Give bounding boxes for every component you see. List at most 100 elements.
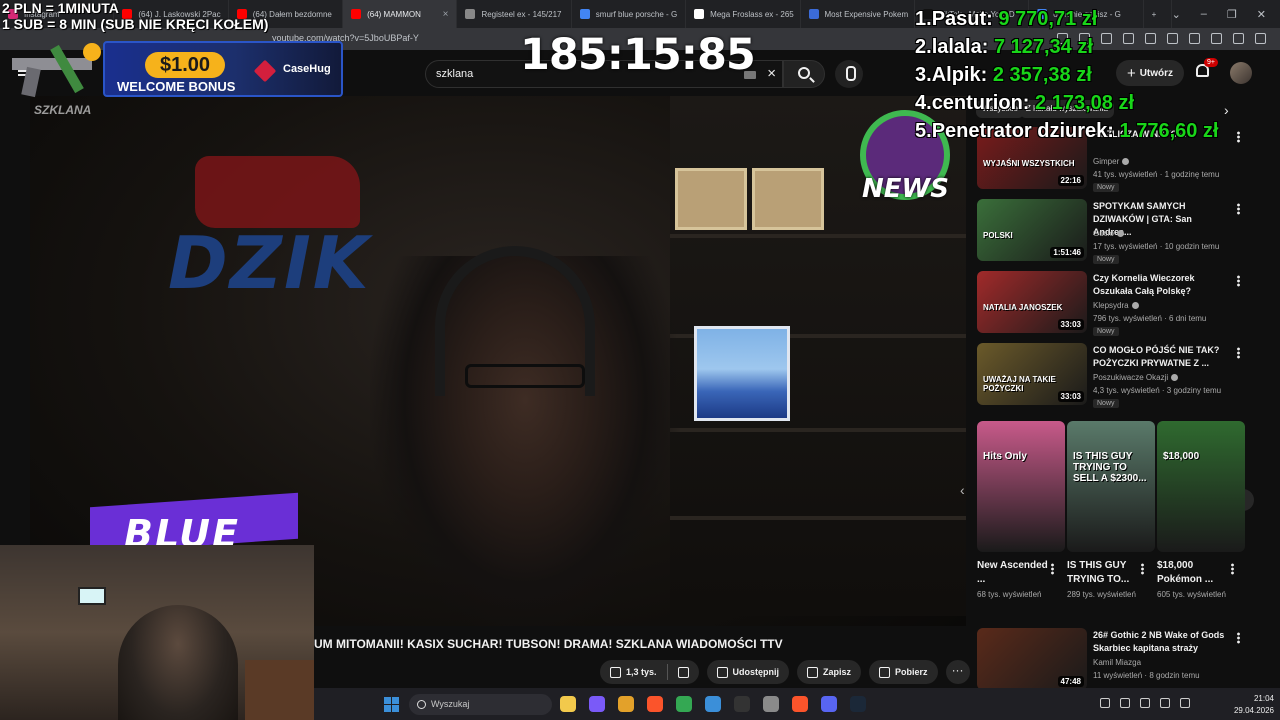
volume-icon[interactable] — [1160, 698, 1170, 708]
chevron-up-icon[interactable] — [1100, 698, 1110, 708]
video-thumbnail[interactable]: POLSKI 1:51:46 — [977, 199, 1087, 261]
store-icon[interactable] — [705, 696, 721, 712]
browser-tab[interactable]: Mega Froslass ex - 265 — [686, 0, 801, 28]
browser-tab[interactable]: Registeel ex - 145/217 — [457, 0, 572, 28]
leaderboard-name: Penetrator dziurek: — [931, 120, 1114, 142]
list-item[interactable]: NATALIA JANOSZEK 33:03 Czy Kornelia Wieczo… — [976, 271, 1246, 337]
taskbar-search[interactable]: Wyszukaj — [409, 694, 552, 715]
webcam-tv — [78, 587, 106, 605]
extension-icon[interactable] — [1255, 33, 1266, 44]
donation-leaderboard: 1.Pasut: 9 770,71 zł 2.lalala: 7 127,34 z… — [915, 8, 1218, 148]
share-button[interactable]: Udostępnij — [706, 660, 790, 684]
voice-search-button[interactable] — [835, 60, 863, 88]
short-thumbnail-text: Hits Only — [983, 451, 1027, 462]
bonus-amount: $1.00 — [145, 52, 225, 78]
file-explorer-icon[interactable] — [560, 696, 576, 712]
dislike-button[interactable] — [668, 660, 699, 684]
clock-time: 21:04 — [1253, 694, 1274, 703]
thumbs-down-icon — [677, 666, 689, 678]
chrome-icon[interactable] — [676, 696, 692, 712]
download-button[interactable]: Pobierz — [869, 660, 938, 684]
video-duration: 33:03 — [1057, 319, 1084, 330]
search-query[interactable]: szklana — [436, 68, 473, 80]
leaderboard-row: 4.centurion: 2 173,08 zł — [915, 92, 1218, 120]
steam-icon[interactable] — [850, 696, 866, 712]
channel-name[interactable]: Klepsydra — [1093, 301, 1139, 310]
obs-icon[interactable] — [734, 696, 750, 712]
kebab-menu-icon[interactable] — [1141, 563, 1144, 575]
tab-label: (64) MAMMON — [367, 9, 421, 19]
short-title[interactable]: New Ascended ... — [977, 559, 1055, 587]
channel-name[interactable]: Poszukiwacze Okazji — [1093, 373, 1179, 382]
short-thumbnail[interactable]: Hits Only — [977, 421, 1065, 552]
video-duration: 1:51:46 — [1050, 247, 1084, 258]
browser-tab[interactable]: smurf blue porsche - G — [572, 0, 687, 28]
short-title[interactable]: $18,000 Pokémon ... — [1157, 559, 1235, 587]
short-thumbnail[interactable]: IS THIS GUY TRYING TO SELL A $2300... — [1067, 421, 1155, 552]
leaderboard-rank: 3. — [915, 64, 932, 86]
short-thumbnail[interactable]: $18,000 — [1157, 421, 1245, 552]
copilot-icon[interactable] — [589, 696, 605, 712]
tab-label: Mega Froslass ex - 265 — [710, 9, 794, 19]
verified-icon — [1131, 302, 1139, 310]
download-icon — [879, 666, 891, 678]
verified-icon — [1122, 158, 1130, 166]
save-button[interactable]: Zapisz — [797, 660, 862, 684]
tab-favicon-icon — [808, 9, 819, 19]
taskbar-clock[interactable]: 21:04 29.04.2026 — [1230, 693, 1274, 717]
channel-name[interactable]: Gimper — [1093, 157, 1130, 166]
brave-active-icon[interactable] — [792, 696, 808, 712]
short-title[interactable]: IS THIS GUY TRYING TO... — [1067, 559, 1145, 587]
search-button[interactable] — [783, 60, 825, 88]
video-title: 26# Gothic 2 NB Wake of Gods Skarbiec ka… — [1093, 630, 1225, 653]
casehug-banner: $1.00 WELCOME BONUS CaseHug — [103, 41, 343, 97]
network-icon[interactable] — [1120, 698, 1130, 708]
discord-icon[interactable] — [821, 696, 837, 712]
wifi-icon[interactable] — [1180, 698, 1190, 708]
close-tab-icon[interactable]: × — [443, 9, 449, 20]
clear-search-icon[interactable]: × — [767, 65, 776, 82]
video-thumbnail[interactable]: UWAŻAJ NA TAKIE POŻYCZKI 33:03 — [977, 343, 1087, 405]
video-thumbnail[interactable]: NATALIA JANOSZEK 33:03 — [977, 271, 1087, 333]
extension-icon[interactable] — [1233, 33, 1244, 44]
leaderboard-row: 2.lalala: 7 127,34 zł — [915, 36, 1218, 64]
kebab-menu-icon[interactable] — [1237, 632, 1240, 644]
chevron-right-icon[interactable]: › — [1224, 102, 1229, 118]
tab-favicon-icon — [465, 9, 476, 19]
browser-tab[interactable]: Most Expensive Pokem — [801, 0, 915, 28]
tab-label: Most Expensive Pokem — [824, 9, 909, 19]
pixel-art-mount-fuji — [694, 326, 790, 421]
kebab-menu-icon[interactable] — [1231, 563, 1234, 575]
video-thumbnail[interactable]: 47:48 — [977, 628, 1087, 690]
channel-name[interactable]: Kamil Miazga — [1093, 658, 1141, 667]
list-item[interactable]: UWAŻAJ NA TAKIE POŻYCZKI 33:03 CO MOGŁO PÓ… — [976, 343, 1246, 409]
window-control-icon[interactable]: ✕ — [1257, 8, 1266, 21]
browser-tab[interactable]: (64) MAMMON × — [343, 0, 458, 28]
picture-frame — [752, 168, 824, 230]
brave-icon[interactable] — [647, 696, 663, 712]
video-meta: 11 wyświetleń · 8 godzin temu — [1093, 671, 1200, 680]
channel-name[interactable]: Gucio — [1093, 229, 1124, 238]
list-item[interactable]: 47:48 26# Gothic 2 NB Wake of Gods Skarbi… — [976, 628, 1246, 694]
casehug-brand: CaseHug — [283, 63, 331, 75]
donation-rules: 2 PLN = 1MINUTA 1 SUB = 8 MIN (SUB NIE K… — [2, 0, 268, 32]
system-tray — [1100, 698, 1190, 708]
leaderboard-rank: 5. — [915, 120, 932, 142]
list-item[interactable]: POLSKI 1:51:46 SPOTYKAM SAMYCH DZIWAKÓW | … — [976, 199, 1246, 265]
window-control-icon[interactable]: ❐ — [1227, 8, 1237, 21]
avatar[interactable] — [1230, 62, 1252, 84]
widgets-icon[interactable] — [618, 696, 634, 712]
settings-icon[interactable] — [763, 696, 779, 712]
like-button[interactable]: 1,3 tys. — [600, 660, 667, 684]
kebab-menu-icon[interactable] — [1237, 203, 1240, 215]
kebab-menu-icon[interactable] — [1237, 347, 1240, 359]
kebab-menu-icon[interactable] — [1237, 131, 1240, 143]
kebab-menu-icon[interactable] — [1051, 563, 1054, 575]
leaderboard-name: Pasut: — [931, 8, 993, 30]
windows-start-icon[interactable] — [384, 697, 399, 712]
microphone-icon[interactable] — [1140, 698, 1150, 708]
picture-frame — [675, 168, 747, 230]
kebab-menu-icon[interactable] — [1237, 275, 1240, 287]
chevron-left-icon[interactable]: ‹ — [960, 482, 965, 498]
more-actions-button[interactable]: ··· — [945, 660, 970, 684]
